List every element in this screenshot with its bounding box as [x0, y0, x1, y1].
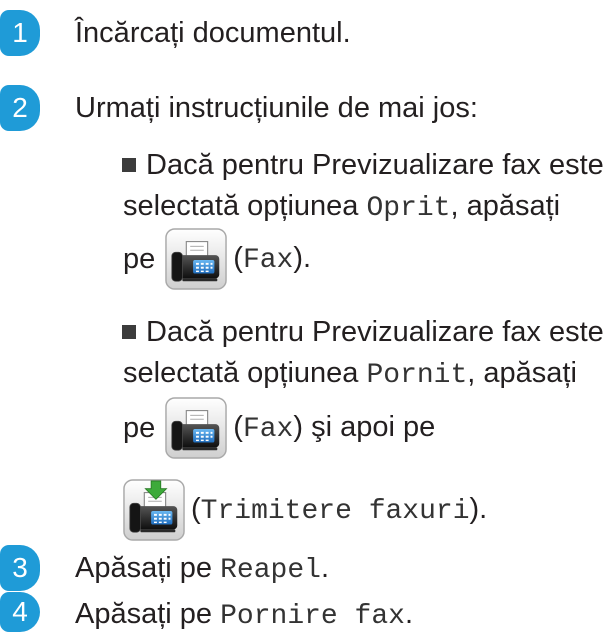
button-name-fax: Fax — [242, 413, 294, 445]
step-number: 4 — [12, 596, 28, 627]
step-text: Apăsați pe — [75, 598, 221, 630]
bullet-text: ( — [233, 410, 243, 443]
fax-button-caption: (Fax). — [233, 241, 311, 278]
fax-send-icon — [123, 479, 185, 541]
step-text: . — [320, 552, 329, 584]
bullet-text: ). — [293, 241, 312, 274]
bullet-text: pe — [123, 412, 156, 444]
bullet-square — [122, 325, 136, 339]
step-1-text: Încărcați documentul. — [75, 17, 351, 49]
bullet-text: selectată opțiunea — [123, 357, 367, 389]
step-number: 1 — [12, 17, 28, 48]
step-number: 3 — [12, 552, 28, 583]
bullet-1-line-3: pe (Fax). — [123, 228, 311, 290]
bullet-text: , apăsați — [467, 357, 577, 389]
option-value-oprit: Oprit — [366, 193, 451, 224]
fax-button-caption: (Fax) şi apoi pe — [233, 410, 435, 447]
bullet-text: ( — [191, 492, 201, 525]
step-3-badge: 3 — [0, 545, 40, 591]
step-text: Apăsați pe — [75, 552, 221, 584]
bullet-2-line-2: selectată opțiunea Pornit, apăsați — [123, 356, 577, 393]
fax-icon — [165, 228, 228, 290]
button-name-reapel: Reapel — [220, 555, 321, 586]
step-text: . — [404, 598, 414, 630]
bullet-square — [122, 158, 136, 172]
bullet-text: ( — [233, 241, 243, 274]
step-2-text: Urmați instrucțiunile de mai jos: — [75, 92, 478, 124]
bullet-2-line-4: (Trimitere faxuri). — [123, 479, 487, 541]
button-name-pornire-fax: Pornire fax — [220, 601, 405, 632]
bullet-text: ) şi apoi pe — [293, 410, 436, 443]
button-name-send-faxes: Trimitere faxuri — [200, 495, 470, 527]
step-4-badge: 4 — [0, 592, 40, 632]
fax-icon — [165, 397, 228, 459]
button-name-fax: Fax — [242, 244, 294, 276]
send-faxes-button-caption: (Trimitere faxuri). — [191, 492, 487, 529]
bullet-text: ). — [469, 492, 488, 525]
step-2-badge: 2 — [0, 85, 40, 131]
option-value-pornit: Pornit — [366, 360, 468, 391]
bullet-text: , apăsați — [450, 190, 561, 222]
bullet-1-line-1: Dacă pentru Previzualizare fax este — [146, 149, 604, 181]
bullet-text: pe — [123, 243, 156, 275]
bullet-2-line-3: pe (Fax) şi apoi pe — [123, 397, 435, 459]
step-number: 2 — [12, 92, 28, 123]
bullet-1-line-2: selectată opțiunea Oprit, apăsați — [123, 189, 560, 226]
step-3-text: Apăsați pe Reapel. — [75, 551, 329, 588]
bullet-text: selectată opțiunea — [123, 190, 367, 222]
bullet-2-line-1: Dacă pentru Previzualizare fax este — [146, 316, 604, 348]
step-4-text: Apăsați pe Pornire fax. — [75, 597, 413, 634]
step-1-badge: 1 — [0, 10, 40, 56]
